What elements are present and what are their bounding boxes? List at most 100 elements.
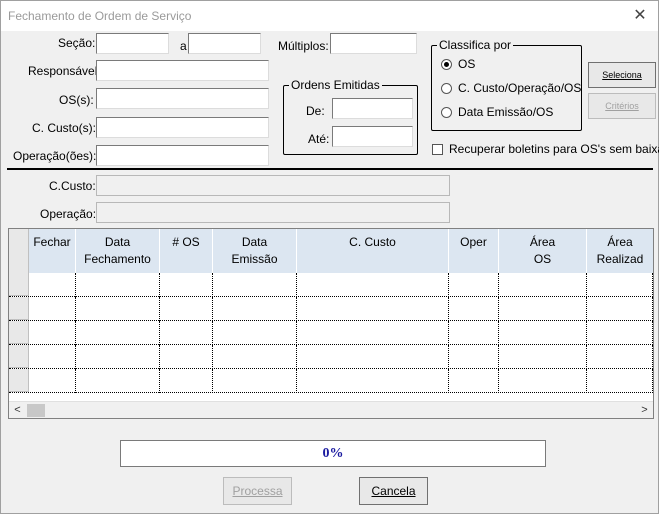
secao-label: Seção: bbox=[58, 36, 96, 50]
table-cell[interactable] bbox=[29, 369, 76, 393]
recuperar-checkbox[interactable]: Recuperar boletins para OS's sem baixa bbox=[432, 142, 659, 156]
table-cell[interactable] bbox=[29, 273, 76, 297]
col-header-oper[interactable]: Oper bbox=[449, 229, 499, 273]
col-header-data-fechamento[interactable]: Data Fechamento bbox=[76, 229, 160, 273]
horizontal-scrollbar[interactable]: < > bbox=[9, 401, 653, 418]
table-cell[interactable] bbox=[297, 369, 449, 393]
table-cell[interactable] bbox=[449, 345, 499, 369]
scroll-left-icon[interactable]: < bbox=[9, 402, 26, 418]
table-cell[interactable] bbox=[76, 345, 160, 369]
table-cell[interactable] bbox=[449, 369, 499, 393]
col-header-fechar[interactable]: Fechar bbox=[29, 229, 76, 273]
secao-to-input[interactable] bbox=[188, 33, 261, 54]
cancela-button[interactable]: Cancela bbox=[359, 477, 428, 505]
ccusto-input[interactable] bbox=[96, 117, 269, 138]
table-cell[interactable] bbox=[160, 273, 213, 297]
radio-data-emissao-os[interactable]: Data Emissão/OS bbox=[441, 105, 553, 119]
table-cell[interactable] bbox=[587, 273, 653, 297]
col-header-data-emissao[interactable]: Data Emissão bbox=[213, 229, 297, 273]
os-grid[interactable]: Fechar Data Fechamento # OS Data Emissão C… bbox=[8, 228, 654, 419]
table-cell[interactable] bbox=[160, 321, 213, 345]
cancela-button-label: Cancela bbox=[371, 484, 416, 498]
table-cell[interactable] bbox=[76, 273, 160, 297]
grid-header: Fechar Data Fechamento # OS Data Emissão C… bbox=[9, 229, 653, 273]
table-cell[interactable] bbox=[587, 321, 653, 345]
seleciona-button[interactable]: Seleciona bbox=[588, 62, 656, 88]
row-selector[interactable] bbox=[9, 345, 29, 368]
table-cell[interactable] bbox=[499, 321, 587, 345]
processa-button[interactable]: Processa bbox=[223, 477, 292, 505]
table-cell[interactable] bbox=[297, 273, 449, 297]
row-selector[interactable] bbox=[9, 321, 29, 344]
table-cell[interactable] bbox=[160, 369, 213, 393]
col-header-area-os[interactable]: Área OS bbox=[499, 229, 587, 273]
processa-button-label: Processa bbox=[232, 484, 283, 498]
radio-os[interactable]: OS bbox=[441, 57, 475, 71]
table-cell[interactable] bbox=[29, 321, 76, 345]
close-icon[interactable]: ✕ bbox=[628, 5, 652, 27]
checkbox-icon[interactable] bbox=[432, 143, 443, 155]
col-header-ccusto[interactable]: C. Custo bbox=[297, 229, 449, 273]
table-cell[interactable] bbox=[587, 297, 653, 321]
table-row[interactable] bbox=[9, 273, 653, 297]
de-label: De: bbox=[306, 104, 325, 118]
table-row[interactable] bbox=[9, 321, 653, 345]
scroll-thumb[interactable] bbox=[27, 404, 45, 417]
table-cell[interactable] bbox=[297, 345, 449, 369]
table-cell[interactable] bbox=[213, 369, 297, 393]
ccusto-label: C. Custo(s): bbox=[32, 121, 97, 135]
table-cell[interactable] bbox=[29, 345, 76, 369]
table-cell[interactable] bbox=[499, 297, 587, 321]
secao-from-input[interactable] bbox=[96, 33, 169, 54]
col-header-area-realizada[interactable]: Área Realizad bbox=[587, 229, 653, 273]
ate-input[interactable] bbox=[332, 126, 413, 147]
table-cell[interactable] bbox=[213, 345, 297, 369]
ordens-emitidas-group: Ordens Emitidas De: Até: bbox=[283, 78, 418, 155]
table-cell[interactable] bbox=[449, 297, 499, 321]
table-cell[interactable] bbox=[297, 297, 449, 321]
scroll-right-icon[interactable]: > bbox=[636, 402, 653, 418]
multiplos-input[interactable] bbox=[330, 33, 417, 54]
row-selector[interactable] bbox=[9, 369, 29, 392]
row-selector[interactable] bbox=[9, 297, 29, 320]
table-cell[interactable] bbox=[76, 321, 160, 345]
table-cell[interactable] bbox=[297, 321, 449, 345]
table-row[interactable] bbox=[9, 369, 653, 393]
table-cell[interactable] bbox=[449, 321, 499, 345]
radio-unselected-icon[interactable] bbox=[441, 106, 452, 118]
table-cell[interactable] bbox=[499, 345, 587, 369]
info-ccusto-label: C.Custo: bbox=[49, 179, 96, 193]
table-cell[interactable] bbox=[499, 369, 587, 393]
table-cell[interactable] bbox=[499, 273, 587, 297]
table-row[interactable] bbox=[9, 297, 653, 321]
col-header-num-os[interactable]: # OS bbox=[160, 229, 213, 273]
table-cell[interactable] bbox=[160, 345, 213, 369]
de-input[interactable] bbox=[332, 98, 413, 119]
secao-a-label: a bbox=[180, 39, 187, 53]
radio-selected-icon[interactable] bbox=[441, 58, 452, 70]
table-cell[interactable] bbox=[213, 297, 297, 321]
radio-unselected-icon[interactable] bbox=[441, 82, 452, 94]
table-cell[interactable] bbox=[587, 345, 653, 369]
table-cell[interactable] bbox=[449, 273, 499, 297]
grid-corner bbox=[9, 229, 29, 273]
table-cell[interactable] bbox=[29, 297, 76, 321]
operacao-input[interactable] bbox=[96, 145, 269, 166]
radio-ccusto-operacao-os[interactable]: C. Custo/Operação/OS bbox=[441, 81, 581, 95]
table-cell[interactable] bbox=[213, 321, 297, 345]
title-bar: Fechamento de Ordem de Serviço ✕ bbox=[1, 1, 658, 31]
progress-bar: 0% bbox=[120, 440, 546, 467]
radio-ccusto-label: C. Custo/Operação/OS bbox=[458, 81, 582, 95]
table-cell[interactable] bbox=[587, 369, 653, 393]
os-input[interactable] bbox=[96, 88, 269, 109]
table-cell[interactable] bbox=[213, 273, 297, 297]
table-cell[interactable] bbox=[76, 297, 160, 321]
ordens-emitidas-title: Ordens Emitidas bbox=[289, 78, 382, 92]
row-selector[interactable] bbox=[9, 273, 29, 296]
table-cell[interactable] bbox=[160, 297, 213, 321]
table-cell[interactable] bbox=[76, 369, 160, 393]
table-row[interactable] bbox=[9, 345, 653, 369]
responsavel-input[interactable] bbox=[96, 60, 269, 81]
multiplos-label: Múltiplos: bbox=[278, 39, 329, 53]
criterios-button[interactable]: Critérios bbox=[588, 93, 656, 119]
